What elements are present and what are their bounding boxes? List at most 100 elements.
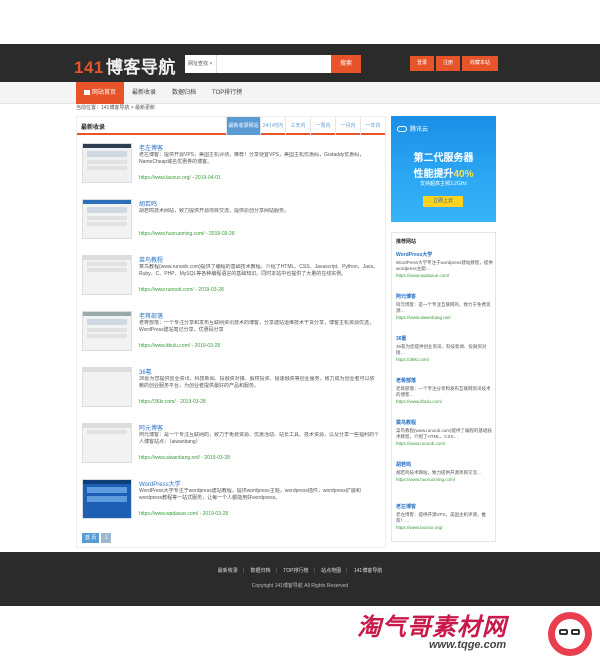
home-icon [84,89,90,95]
site-url[interactable]: https://www.laozuo.org/ - 2019-04-01 [139,175,221,181]
recommended-url[interactable]: https://www.aiwanbang.net/ [396,315,493,320]
recommended-desc: 老蒋部落：一个专注分享和发布互联网资讯技术的博客… [396,386,491,397]
search-type-select[interactable]: 网址查找 × [185,55,217,73]
recommended-url[interactable]: https://36kr.com/ [396,357,493,362]
list-item: 老蒋部落 老蒋部落：一个专注分享和发布互联网资讯技术的博客，分享建站运维技术干货… [82,311,382,363]
recommended-url[interactable]: https://www.runoob.com/ [396,441,493,446]
recommended-item: 阿元博客 阿元博客：是一个专注互联网的，致力于免费资源… https://www… [396,293,493,320]
ad-highlight: 40% [453,169,474,180]
footer-link-sitemap[interactable]: 站点地图 [321,568,341,574]
list-item: 阿元博客 阿元博客：是一个专注互联网的，致力于免费资源、优惠活动、站长工具、技术… [82,423,382,475]
recommended-url[interactable]: https://www.itbulu.com/ [396,399,493,404]
watermark: 淘气哥素材网 www.tqge.com [357,606,600,664]
recommended-name[interactable]: 阿元博客 [396,293,493,300]
footer-links: 最新收录 | 数据归档 | TOP排行榜 | 站点地图 | 141博客导航 [0,567,600,574]
site-description: 菜鸟教程(www.runoob.com)提供了编程的基础技术教程，介绍了HTML… [139,264,379,277]
recommended-item: 菜鸟教程 菜鸟教程(www.runoob.com)提供了编程的基础技术教程，介绍… [396,419,493,446]
recommended-name[interactable]: WordPress大学 [396,251,493,258]
site-thumbnail[interactable] [82,143,132,183]
site-url[interactable]: https://www.huoruoming.com/ - 2019-03-28 [139,231,235,237]
recommended-item: 老左博客 老左博客：提供开源VPS，美国主机评测，推荐！… https://ww… [396,503,493,530]
recommended-desc: 阿元博客：是一个专注互联网的，致力于免费资源… [396,302,491,313]
top-spacer [0,0,600,44]
ad-headline: 第二代服务器 [413,153,474,164]
ad-subheadline: 性能提升40% [391,165,496,180]
site-logo[interactable]: 141 博客导航 [74,53,176,78]
site-url[interactable]: https://36kr.com/ - 2019-03-28 [139,399,206,405]
first-page-button[interactable]: 首 页 [82,533,100,543]
nav-label: 网站首页 [92,90,117,96]
nav-item-latest[interactable]: 最新收录 [124,82,164,104]
ad-tagline: 支持超高主频3.2GHz [420,181,467,187]
site-thumbnail[interactable] [82,199,132,239]
recommended-name[interactable]: 老左博客 [396,503,493,510]
cloud-icon [397,126,407,133]
login-button[interactable]: 登录 [410,56,434,71]
site-title[interactable]: 36氪 [139,367,152,376]
recommended-url[interactable]: https://www.huoruoming.com/ [396,477,493,482]
ad-cta-button[interactable]: 立即上云 [423,196,463,207]
footer-link-latest[interactable]: 最新收录 [218,568,238,574]
site-header: 141 博客导航 网址查找 × 搜索 登录 注册 收藏本站 [0,44,600,82]
site-thumbnail[interactable] [82,367,132,407]
recommended-name[interactable]: 老蒋部落 [396,377,493,384]
watermark-title: 淘气哥素材网 [357,614,507,641]
recommended-desc: 胡若鸣技术网站，致力提供开源项目交流… [396,470,482,475]
site-url[interactable]: https://www.itbulu.com/ - 2019-03-28 [139,343,220,349]
search-button[interactable]: 搜索 [331,55,361,73]
tab-3days[interactable]: 三天内 [285,117,310,135]
panel-header: 最新收录 最新收录网站 24小时内 三天内 一周内 一月内 一年内 [77,117,385,135]
nav-item-top[interactable]: TOP排行榜 [204,82,250,104]
site-url[interactable]: https://www.aiwanbang.net/ - 2019-03-28 [139,455,230,461]
nav-item-home[interactable]: 网站首页 [76,82,125,104]
recommended-url[interactable]: https://www.wpdaxue.com/ [396,273,493,278]
latest-list-panel: 最新收录 最新收录网站 24小时内 三天内 一周内 一月内 一年内 老左博客 老… [76,116,386,548]
nav-item-archive[interactable]: 数据归档 [164,82,204,104]
tab-1month[interactable]: 一月内 [335,117,360,135]
site-title[interactable]: 阿元博客 [139,423,163,432]
main-nav: 网站首页 最新收录 数据归档 TOP排行榜 [0,82,600,104]
site-title[interactable]: 胡若鸣 [139,199,157,208]
recommended-name[interactable]: 菜鸟教程 [396,419,493,426]
ad-brand: 腾讯云 [397,124,428,133]
site-url[interactable]: https://www.runoob.com/ - 2019-03-28 [139,287,224,293]
recommended-item: 胡若鸣 胡若鸣技术网站，致力提供开源项目交流… https://www.huor… [396,461,493,482]
footer-link-archive[interactable]: 数据归档 [251,568,271,574]
header-buttons: 登录 注册 收藏本站 [410,56,498,71]
site-thumbnail[interactable] [82,255,132,295]
logo-number: 141 [74,58,104,77]
watermark-logo-icon [548,612,592,656]
recommended-desc: WordPress大学专注于wordpress建站教程，提供wordpress主… [396,260,493,271]
page: 141 博客导航 网址查找 × 搜索 登录 注册 收藏本站 网站首页 最新收录 数… [0,0,600,664]
pagination: 首 页 1 [82,533,112,543]
site-url[interactable]: https://www.wpdaxue.com/ - 2019-03-28 [139,511,228,517]
footer-link-top[interactable]: TOP排行榜 [283,568,308,574]
site-footer: 最新收录 | 数据归档 | TOP排行榜 | 站点地图 | 141博客导航 Copyri… [0,552,600,606]
recommended-title: 推荐网站 [396,239,417,245]
recommended-name[interactable]: 36氪 [396,335,493,342]
list-item: 胡若鸣 胡若鸣技术网站，致力提供开源项目交流，提供原创分享网站服务。 https… [82,199,382,251]
tencent-cloud-ad[interactable]: 腾讯云 第二代服务器 性能提升40% 支持超高主频3.2GHz 立即上云 [391,116,496,222]
recommended-sites: 推荐网站 WordPress大学 WordPress大学专注于wordpress… [391,232,496,542]
tab-24h[interactable]: 24小时内 [260,117,285,135]
bookmark-site-button[interactable]: 收藏本站 [462,56,498,71]
site-thumbnail[interactable] [82,479,132,519]
site-title[interactable]: 老蒋部落 [139,311,163,320]
site-thumbnail[interactable] [82,311,132,351]
tab-latest[interactable]: 最新收录网站 [226,117,260,135]
page-1-button[interactable]: 1 [101,533,112,543]
register-button[interactable]: 注册 [436,56,460,71]
time-tabs: 最新收录网站 24小时内 三天内 一周内 一月内 一年内 [226,117,385,135]
recommended-name[interactable]: 胡若鸣 [396,461,493,468]
copyright: Copyright 141博客导航 All Rights Reserved [251,583,349,589]
footer-divider: | [346,568,348,574]
logo-text: 博客导航 [105,58,176,77]
site-thumbnail[interactable] [82,423,132,463]
site-title[interactable]: 菜鸟教程 [139,255,163,264]
recommended-url[interactable]: https://www.laozuo.org/ [396,525,493,530]
site-title[interactable]: WordPress大学 [139,479,181,488]
site-title[interactable]: 老左博客 [139,143,163,152]
footer-link-home[interactable]: 141博客导航 [354,568,382,574]
tab-1year[interactable]: 一年内 [360,117,385,135]
tab-1week[interactable]: 一周内 [310,117,335,135]
